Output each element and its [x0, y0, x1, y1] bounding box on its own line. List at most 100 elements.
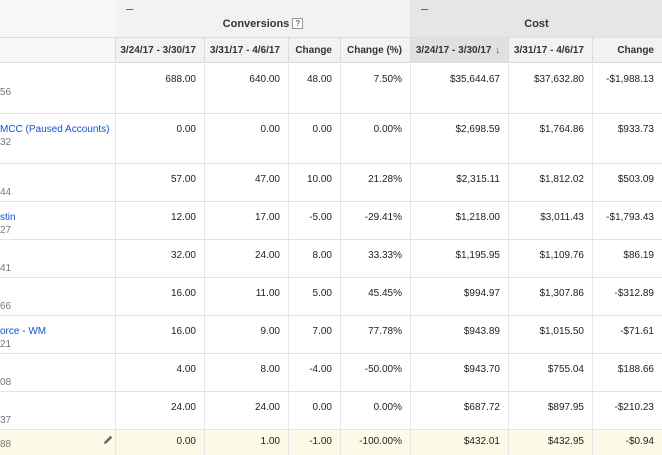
- account-name-link[interactable]: MCC (Paused Accounts): [0, 124, 110, 135]
- column-group-title-text: Cost: [524, 18, 549, 30]
- account-cell: orce - WM 21: [0, 316, 116, 353]
- cell-conv_change: 7.00: [289, 316, 341, 353]
- cell-conv_b: 640.00: [205, 64, 289, 113]
- account-cell: 41: [0, 240, 116, 277]
- column-group-cost: – Cost: [411, 0, 662, 38]
- cell-cost_b: $37,632.80: [509, 64, 593, 113]
- account-cell: stin 27: [0, 202, 116, 239]
- cell-conv_pct: -50.00%: [341, 354, 411, 391]
- account-cell: 44: [0, 164, 116, 201]
- cell-conv_change: 5.00: [289, 278, 341, 315]
- cell-conv_b: 24.00: [205, 392, 289, 429]
- table-row: 41 32.00 24.00 8.00 33.33% $1,195.95 $1,109.76…: [0, 240, 662, 278]
- cell-cost_b: $1,812.02: [509, 164, 593, 201]
- column-header-cost_a[interactable]: 3/24/17 - 3/30/17 ↓: [411, 38, 509, 63]
- column-header-cost_change[interactable]: Change: [593, 38, 662, 63]
- collapse-group-icon[interactable]: –: [421, 1, 428, 16]
- cell-conv_change: 0.00: [289, 392, 341, 429]
- column-header-conv_b[interactable]: 3/31/17 - 4/6/17: [205, 38, 289, 63]
- account-id: 08: [0, 377, 12, 388]
- cell-conv_a: 688.00: [116, 64, 205, 113]
- cell-cost_a: $994.97: [411, 278, 509, 315]
- cell-conv_pct: -100.00%: [341, 430, 411, 455]
- column-header-label: Change (%): [347, 44, 402, 56]
- cell-cost_change: -$0.94: [625, 436, 654, 447]
- cell-cost_change: -$1,793.43: [606, 212, 654, 223]
- cell-conv_a: 32.00: [116, 240, 205, 277]
- cell-conv_a: 16.00: [116, 278, 205, 315]
- account-name-link[interactable]: stin: [0, 212, 16, 223]
- collapse-group-icon[interactable]: –: [126, 1, 133, 16]
- cell-conv_a: 12.00: [116, 202, 205, 239]
- column-header-label: 3/24/17 - 3/30/17: [415, 44, 492, 56]
- column-header-cost_b[interactable]: 3/31/17 - 4/6/17: [509, 38, 593, 63]
- table-row: 88 0.00 1.00 -1.00 -100.00% $432.01 $432.95 -$0…: [0, 430, 662, 455]
- cell-conv_change: -5.00: [289, 202, 341, 239]
- column-header-conv_a[interactable]: 3/24/17 - 3/30/17: [116, 38, 205, 63]
- table-row: orce - WM 21 16.00 9.00 7.00 77.78% $943.89 $1,…: [0, 316, 662, 354]
- cell-cost_a: $432.01: [411, 430, 509, 455]
- table-row: MCC (Paused Accounts) 32 0.00 0.00 0.00 0.00%…: [0, 114, 662, 164]
- cell-conv_a: 0.00: [116, 114, 205, 163]
- cell-cost_b: $897.95: [509, 392, 593, 429]
- cell-conv_b: 11.00: [205, 278, 289, 315]
- column-header-label: 3/31/17 - 4/6/17: [209, 44, 280, 56]
- cell-conv_b: 24.00: [205, 240, 289, 277]
- cell-conv_pct: 0.00%: [341, 392, 411, 429]
- cell-conv_a: 57.00: [116, 164, 205, 201]
- cell-cost_change: -$71.61: [620, 326, 654, 337]
- cell-conv_b: 0.00: [205, 114, 289, 163]
- cell-conv_b: 1.00: [205, 430, 289, 455]
- cell-conv_pct: 21.28%: [341, 164, 411, 201]
- account-id: 21: [0, 339, 12, 350]
- column-header-conv_change[interactable]: Change: [289, 38, 341, 63]
- cell-cost_a: $35,644.67: [411, 64, 509, 113]
- account-id: 88: [0, 439, 12, 450]
- cell-conv_pct: 0.00%: [341, 114, 411, 163]
- table-row: 56 688.00 640.00 48.00 7.50% $35,644.67 $37,63…: [0, 64, 662, 114]
- cell-conv_a: 0.00: [116, 430, 205, 455]
- pencil-icon[interactable]: [102, 434, 114, 446]
- cell-cost_a: $1,195.95: [411, 240, 509, 277]
- account-id: 44: [0, 187, 12, 198]
- column-group-title: Cost: [411, 18, 662, 30]
- table-row: 37 24.00 24.00 0.00 0.00% $687.72 $897.95 -$210…: [0, 392, 662, 430]
- cell-cost_b: $1,015.50: [509, 316, 593, 353]
- account-name-link[interactable]: orce - WM: [0, 326, 46, 337]
- account-id: 37: [0, 415, 12, 426]
- account-cell: 88: [0, 430, 116, 455]
- column-group-title-text: Conversions: [222, 18, 290, 30]
- account-cell: 08: [0, 354, 116, 391]
- column-header-conv_pct[interactable]: Change (%): [341, 38, 411, 63]
- account-column-header: [0, 38, 116, 63]
- account-id: 32: [0, 137, 12, 148]
- account-id: 56: [0, 87, 12, 98]
- header-spacer: [0, 0, 116, 38]
- cell-conv_pct: -29.41%: [341, 202, 411, 239]
- table-row: 66 16.00 11.00 5.00 45.45% $994.97 $1,307.86 -$…: [0, 278, 662, 316]
- cell-conv_b: 8.00: [205, 354, 289, 391]
- cell-conv_a: 24.00: [116, 392, 205, 429]
- column-group-title: Conversions?: [116, 18, 410, 30]
- cell-conv_pct: 77.78%: [341, 316, 411, 353]
- arrow-down-icon[interactable]: ↓: [496, 45, 501, 55]
- column-header-label: 3/31/17 - 4/6/17: [513, 44, 584, 56]
- cell-conv_pct: 7.50%: [341, 64, 411, 113]
- table-row: 44 57.00 47.00 10.00 21.28% $2,315.11 $1,812.0…: [0, 164, 662, 202]
- cell-cost_b: $755.04: [509, 354, 593, 391]
- cell-conv_b: 9.00: [205, 316, 289, 353]
- cell-cost_b: $1,307.86: [509, 278, 593, 315]
- cell-conv_change: -1.00: [289, 430, 341, 455]
- table-row: stin 27 12.00 17.00 -5.00 -29.41% $1,218.00 $3,…: [0, 202, 662, 240]
- cell-cost_change: $188.66: [617, 364, 654, 375]
- account-cell: 37: [0, 392, 116, 429]
- account-cell: 66: [0, 278, 116, 315]
- account-cell: MCC (Paused Accounts) 32: [0, 114, 116, 163]
- cell-cost_a: $2,698.59: [411, 114, 509, 163]
- cell-conv_a: 16.00: [116, 316, 205, 353]
- account-id: 41: [0, 263, 12, 274]
- help-icon[interactable]: ?: [292, 18, 304, 29]
- column-header-label: 3/24/17 - 3/30/17: [120, 44, 196, 56]
- cell-conv_change: 0.00: [289, 114, 341, 163]
- account-cell: 56: [0, 64, 116, 113]
